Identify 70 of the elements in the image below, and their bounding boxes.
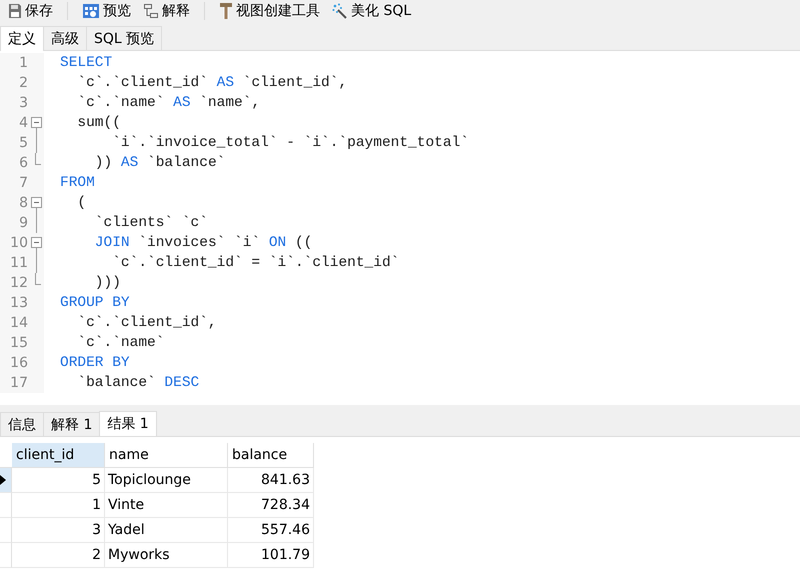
code-line: ORDER BY <box>59 355 130 371</box>
line-number: 1 <box>18 55 28 71</box>
toolbar-button[interactable]: 视图创建工具 <box>215 2 324 20</box>
tab[interactable]: 结果 1 <box>99 411 157 436</box>
code-line: GROUP BY <box>59 295 130 311</box>
current-row-icon <box>0 475 6 485</box>
table-cell: 5 <box>12 468 105 493</box>
table-cell: 1 <box>12 493 105 518</box>
code-line: `clients` `c` <box>94 215 208 231</box>
fold-end-line <box>35 273 41 285</box>
line-number: 10 <box>9 235 28 251</box>
line-number: 3 <box>18 95 28 111</box>
code-line: `balance` DESC <box>76 375 200 391</box>
line-number: 11 <box>9 255 28 271</box>
table-cell: 728.34 <box>228 493 314 518</box>
row-marker[interactable] <box>0 518 12 543</box>
column-header[interactable]: name <box>105 443 228 468</box>
tab[interactable]: SQL 预览 <box>86 26 162 50</box>
table-cell: Topiclounge <box>105 468 228 493</box>
toolbar-button[interactable]: 解释 <box>139 2 194 20</box>
table-cell: 101.79 <box>228 543 314 568</box>
line-number: 4 <box>18 115 28 131</box>
line-number: 7 <box>18 175 28 191</box>
code-line: `c`.`client_id` AS `client_id`, <box>76 75 348 91</box>
line-number: 2 <box>18 75 28 91</box>
code-line: SELECT <box>59 55 112 71</box>
code-line: `i`.`invoice_total` - `i`.`payment_total` <box>111 135 469 151</box>
code-line: ))) <box>94 275 121 291</box>
line-number: 8 <box>18 195 28 211</box>
line-number: 6 <box>18 155 28 171</box>
grid-icon <box>82 3 100 19</box>
diagram-icon <box>143 3 159 19</box>
column-header[interactable]: balance <box>228 443 314 468</box>
code-line: `c`.`name` AS `name`, <box>76 95 260 111</box>
tab[interactable]: 定义 <box>0 26 44 51</box>
code-line: `c`.`client_id` = `i`.`client_id` <box>111 255 400 271</box>
line-number: 9 <box>18 215 28 231</box>
line-number: 16 <box>9 355 28 371</box>
code-line: ( <box>76 195 86 211</box>
code-line: JOIN `invoices` `i` ON (( <box>94 235 312 251</box>
table-cell: 557.46 <box>228 518 314 543</box>
toolbar-button[interactable]: 美化 SQL <box>328 2 416 20</box>
table-cell: 841.63 <box>228 468 314 493</box>
code-line: sum(( <box>76 115 121 131</box>
toolbar-button[interactable]: 保存 <box>4 2 57 20</box>
save-icon <box>8 3 22 19</box>
line-number: 5 <box>18 135 28 151</box>
toolbar-button[interactable]: 预览 <box>78 2 135 20</box>
fold-end-line <box>35 153 41 165</box>
code-line: `c`.`client_id`, <box>76 315 217 331</box>
table-cell: Myworks <box>105 543 228 568</box>
line-number: 17 <box>9 375 28 391</box>
column-header[interactable]: client_id <box>12 443 105 468</box>
row-marker[interactable] <box>0 468 12 493</box>
table-cell: Yadel <box>105 518 228 543</box>
table-cell: Vinte <box>105 493 228 518</box>
code-line: )) AS `balance` <box>94 155 226 171</box>
table-cell: 3 <box>12 518 105 543</box>
tab[interactable]: 信息 <box>0 412 44 436</box>
line-number: 12 <box>9 275 28 291</box>
row-marker[interactable] <box>0 543 12 568</box>
table-cell: 2 <box>12 543 105 568</box>
line-number: 14 <box>9 315 28 331</box>
code-line: FROM <box>59 175 95 191</box>
line-number: 15 <box>9 335 28 351</box>
code-line: `c`.`name` <box>76 335 164 351</box>
line-number: 13 <box>9 295 28 311</box>
magic-wand-icon <box>332 3 348 19</box>
row-marker[interactable] <box>0 493 12 518</box>
hammer-icon <box>219 2 233 20</box>
